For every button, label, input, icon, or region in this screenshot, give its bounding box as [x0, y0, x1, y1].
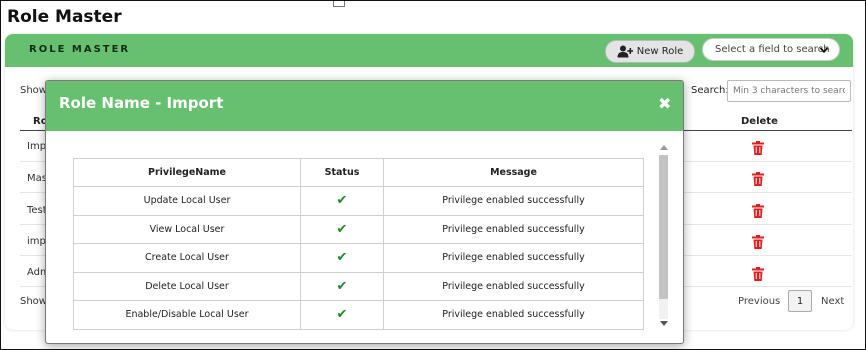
message-cell: Privilege enabled successfully: [383, 214, 644, 244]
modal-header: Role Name - Import ✖: [46, 81, 683, 131]
table-row: Enable/Disable Local User ✔ Privilege en…: [73, 300, 644, 330]
message-cell: Privilege enabled successfully: [383, 300, 644, 330]
table-header-row: PrivilegeName Status Message: [73, 158, 644, 187]
privilege-name-cell: Delete Local User: [73, 271, 301, 301]
check-icon: ✔: [336, 193, 348, 209]
trash-icon[interactable]: [752, 141, 764, 155]
check-icon: ✔: [336, 221, 348, 237]
column-header-status: Status: [300, 158, 384, 187]
role-name-cell: imp: [27, 236, 46, 247]
field-search-select[interactable]: Select a field to search: [702, 38, 840, 61]
close-icon[interactable]: ✖: [658, 94, 671, 113]
page-title: Role Master: [7, 7, 122, 27]
chevron-down-icon: [819, 47, 829, 54]
card-title: ROLE MASTER: [29, 44, 131, 55]
trash-icon[interactable]: [752, 172, 764, 186]
status-cell: ✔: [300, 271, 384, 301]
privilege-name-cell: Enable/Disable Local User: [73, 300, 301, 330]
next-page-button[interactable]: Next: [821, 296, 844, 307]
message-cell: Privilege enabled successfully: [383, 186, 644, 216]
search-input[interactable]: [727, 80, 851, 102]
trash-icon[interactable]: [752, 267, 764, 281]
new-role-button[interactable]: New Role: [605, 40, 695, 63]
table-row: Update Local User ✔ Privilege enabled su…: [73, 186, 644, 216]
column-header-privilege-name: PrivilegeName: [73, 158, 301, 187]
table-row: View Local User ✔ Privilege enabled succ…: [73, 214, 644, 244]
app-window: Role Master ROLE MASTER New Role Select …: [0, 0, 866, 350]
top-cropped-control: [333, 1, 405, 7]
scrollbar-thumb[interactable]: [659, 155, 668, 299]
show-entries-label: Show: [20, 85, 47, 96]
role-name-cell: Test: [27, 205, 47, 216]
trash-icon[interactable]: [752, 235, 764, 249]
scroll-up-icon[interactable]: [660, 145, 668, 150]
privilege-name-cell: Update Local User: [73, 186, 301, 216]
field-select-value: Select a field to search: [715, 44, 830, 55]
status-cell: ✔: [300, 186, 384, 216]
column-header-message: Message: [383, 158, 644, 187]
check-icon: ✔: [336, 307, 348, 323]
privilege-table: PrivilegeName Status Message Update Loca…: [73, 158, 644, 330]
table-row: Delete Local User ✔ Privilege enabled su…: [73, 271, 644, 301]
new-role-label: New Role: [636, 46, 684, 57]
add-user-icon: [617, 45, 633, 58]
message-cell: Privilege enabled successfully: [383, 243, 644, 273]
role-name-cell: Imp: [27, 141, 47, 152]
check-icon: ✔: [336, 278, 348, 294]
import-modal: Role Name - Import ✖ PrivilegeName Statu…: [45, 80, 684, 344]
card-header: ROLE MASTER New Role Select a field to s…: [5, 34, 853, 67]
trash-icon[interactable]: [752, 204, 764, 218]
status-cell: ✔: [300, 214, 384, 244]
previous-page-button[interactable]: Previous: [738, 296, 780, 307]
page-1-button[interactable]: 1: [788, 290, 812, 312]
modal-scrollbar[interactable]: [657, 143, 671, 329]
scroll-down-icon[interactable]: [660, 321, 668, 326]
privilege-name-cell: View Local User: [73, 214, 301, 244]
search-label: Search:: [691, 85, 729, 96]
modal-title: Role Name - Import: [59, 94, 224, 112]
column-header-delete: Delete: [741, 116, 778, 127]
status-cell: ✔: [300, 300, 384, 330]
cropped-checkbox-icon: [333, 1, 345, 7]
status-cell: ✔: [300, 243, 384, 273]
role-name-cell: Mas: [27, 173, 47, 184]
check-icon: ✔: [336, 250, 348, 266]
privilege-name-cell: Create Local User: [73, 243, 301, 273]
message-cell: Privilege enabled successfully: [383, 271, 644, 301]
table-row: Create Local User ✔ Privilege enabled su…: [73, 243, 644, 273]
